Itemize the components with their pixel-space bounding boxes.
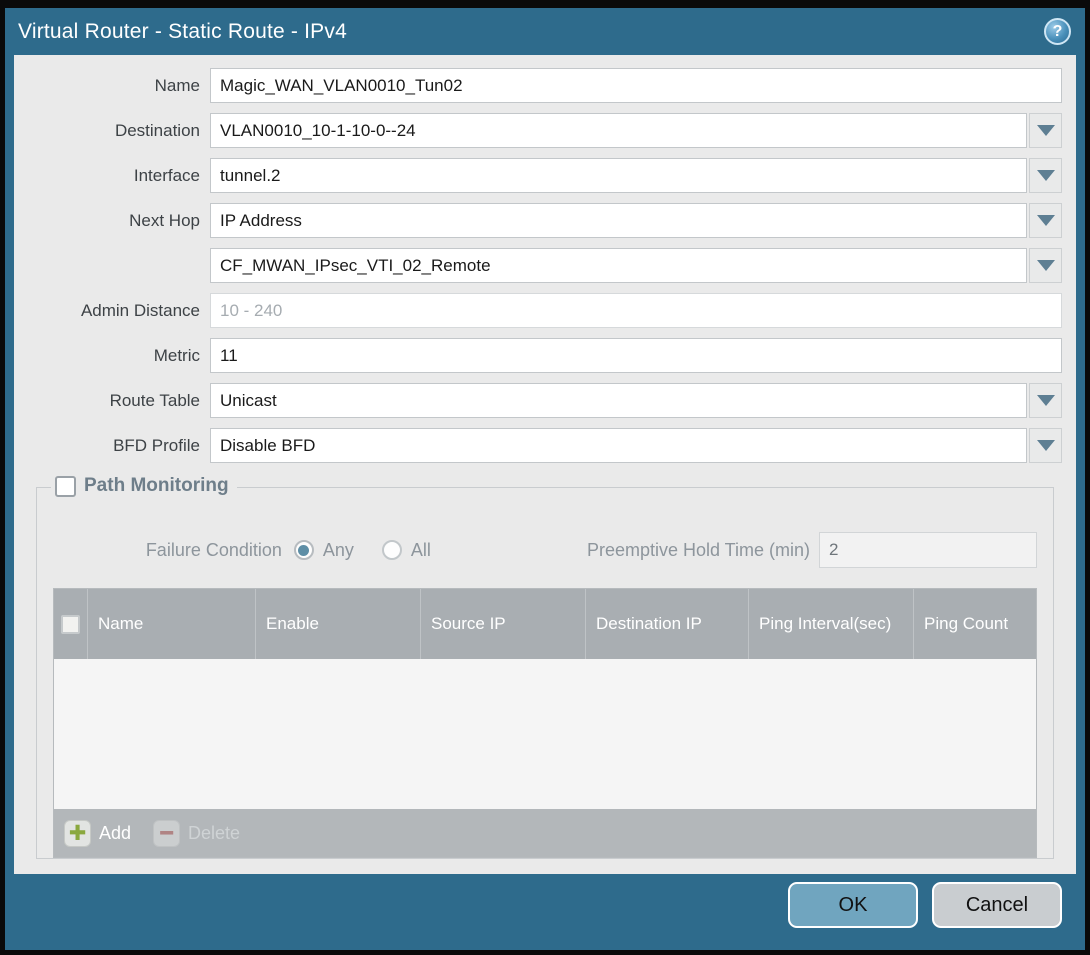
chevron-down-icon xyxy=(1037,260,1055,271)
column-header-ping-interval[interactable]: Ping Interval(sec) xyxy=(749,589,914,659)
static-route-dialog: Virtual Router - Static Route - IPv4 ? N… xyxy=(5,8,1085,950)
column-header-ping-count[interactable]: Ping Count xyxy=(914,589,1036,659)
radio-selected-dot xyxy=(298,545,309,556)
radio-any-label: Any xyxy=(323,540,354,561)
next-hop-type-input[interactable] xyxy=(210,203,1027,238)
form-row-admin-distance: Admin Distance xyxy=(28,293,1062,328)
preemptive-hold-time-label: Preemptive Hold Time (min) xyxy=(587,540,810,561)
table-header-row: Name Enable Source IP Destination IP Pin… xyxy=(54,589,1036,659)
dialog-body: Name Destination Interface xyxy=(14,55,1076,874)
radio-all-circle xyxy=(382,540,402,560)
interface-label: Interface xyxy=(28,166,210,186)
form-row-metric: Metric xyxy=(28,338,1062,373)
add-button-label: Add xyxy=(99,823,131,844)
interface-input[interactable] xyxy=(210,158,1027,193)
path-monitoring-table: Name Enable Source IP Destination IP Pin… xyxy=(53,588,1037,858)
metric-input[interactable] xyxy=(210,338,1062,373)
destination-dropdown-button[interactable] xyxy=(1029,113,1062,148)
chevron-down-icon xyxy=(1037,395,1055,406)
radio-any-circle xyxy=(294,540,314,560)
title-bar: Virtual Router - Static Route - IPv4 ? xyxy=(5,8,1085,55)
form-row-next-hop: Next Hop xyxy=(28,203,1062,238)
form-row-name: Name xyxy=(28,68,1062,103)
form-row-route-table: Route Table xyxy=(28,383,1062,418)
preemptive-hold-time-input[interactable] xyxy=(819,532,1037,568)
interface-dropdown-button[interactable] xyxy=(1029,158,1062,193)
table-header-checkbox-cell xyxy=(54,589,88,659)
form-row-interface: Interface xyxy=(28,158,1062,193)
next-hop-address-dropdown-button[interactable] xyxy=(1029,248,1062,283)
table-footer-bar: ✚ Add ━ Delete xyxy=(54,809,1036,857)
admin-distance-input[interactable] xyxy=(210,293,1062,328)
column-header-destination-ip[interactable]: Destination IP xyxy=(586,589,749,659)
next-hop-address-input[interactable] xyxy=(210,248,1027,283)
table-body-empty xyxy=(54,659,1036,809)
delete-button[interactable]: ━ Delete xyxy=(153,820,240,847)
path-monitoring-legend: Path Monitoring xyxy=(51,475,237,497)
metric-label: Metric xyxy=(28,346,210,366)
path-monitoring-title: Path Monitoring xyxy=(84,475,229,497)
destination-label: Destination xyxy=(28,121,210,141)
form-row-destination: Destination xyxy=(28,113,1062,148)
form-row-bfd-profile: BFD Profile xyxy=(28,428,1062,463)
next-hop-label: Next Hop xyxy=(28,211,210,231)
column-header-name[interactable]: Name xyxy=(88,589,256,659)
help-icon[interactable]: ? xyxy=(1044,18,1071,45)
plus-icon: ✚ xyxy=(64,820,91,847)
cancel-button[interactable]: Cancel xyxy=(932,882,1062,928)
chevron-down-icon xyxy=(1037,440,1055,451)
radio-any[interactable]: Any xyxy=(294,540,354,561)
route-table-input[interactable] xyxy=(210,383,1027,418)
next-hop-type-dropdown-button[interactable] xyxy=(1029,203,1062,238)
chevron-down-icon xyxy=(1037,170,1055,181)
radio-all-label: All xyxy=(411,540,431,561)
form-row-next-hop-address xyxy=(28,248,1062,283)
destination-input[interactable] xyxy=(210,113,1027,148)
dialog-outer-frame: Virtual Router - Static Route - IPv4 ? N… xyxy=(0,0,1090,955)
chevron-down-icon xyxy=(1037,215,1055,226)
dialog-footer: OK Cancel xyxy=(5,874,1085,950)
path-monitoring-controls: Failure Condition Any All xyxy=(53,532,1037,568)
select-all-checkbox[interactable] xyxy=(61,615,80,634)
radio-all[interactable]: All xyxy=(382,540,431,561)
ok-button[interactable]: OK xyxy=(788,882,918,928)
path-monitoring-checkbox[interactable] xyxy=(55,476,76,497)
bfd-profile-input[interactable] xyxy=(210,428,1027,463)
failure-condition-label: Failure Condition xyxy=(53,540,294,561)
column-header-source-ip[interactable]: Source IP xyxy=(421,589,586,659)
admin-distance-label: Admin Distance xyxy=(28,301,210,321)
route-table-label: Route Table xyxy=(28,391,210,411)
bfd-profile-label: BFD Profile xyxy=(28,436,210,456)
chevron-down-icon xyxy=(1037,125,1055,136)
path-monitoring-section: Path Monitoring Failure Condition Any xyxy=(36,487,1054,859)
minus-icon: ━ xyxy=(153,820,180,847)
column-header-enable[interactable]: Enable xyxy=(256,589,421,659)
dialog-title: Virtual Router - Static Route - IPv4 xyxy=(18,20,1044,44)
failure-condition-radio-group: Any All xyxy=(294,540,459,561)
add-button[interactable]: ✚ Add xyxy=(64,820,131,847)
name-label: Name xyxy=(28,76,210,96)
name-input[interactable] xyxy=(210,68,1062,103)
bfd-profile-dropdown-button[interactable] xyxy=(1029,428,1062,463)
route-table-dropdown-button[interactable] xyxy=(1029,383,1062,418)
delete-button-label: Delete xyxy=(188,823,240,844)
